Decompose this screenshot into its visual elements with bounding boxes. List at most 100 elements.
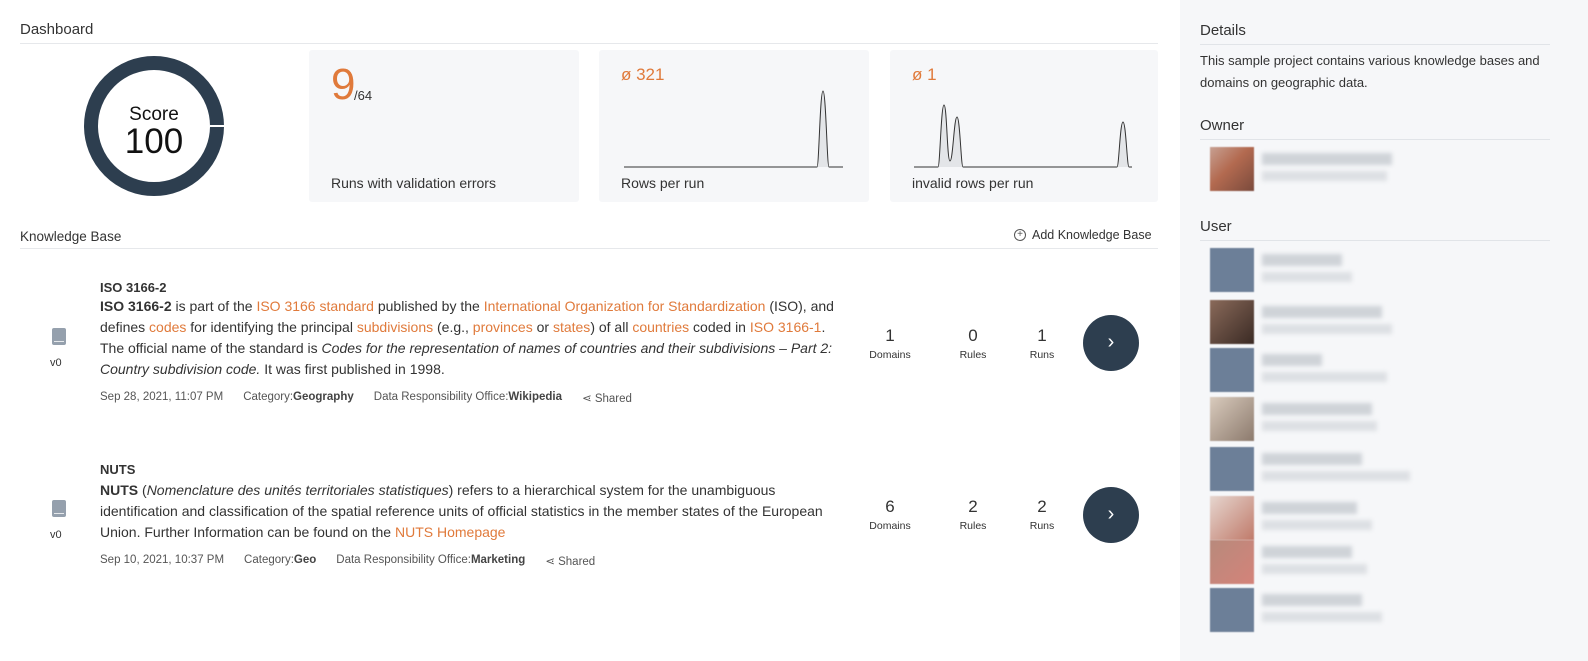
- avatar: [1210, 540, 1254, 584]
- open-knowledge-base-button[interactable]: ›: [1083, 315, 1139, 371]
- avatar: [1210, 447, 1254, 491]
- user-email-redacted: [1262, 272, 1352, 282]
- user-email-redacted: [1262, 372, 1387, 382]
- kb-meta: Sep 10, 2021, 10:37 PM Category:Geo Data…: [100, 554, 595, 568]
- avatar: [1210, 248, 1254, 292]
- avatar: [1210, 300, 1254, 344]
- rows-average: ø 321: [621, 65, 665, 84]
- kb-meta: Sep 28, 2021, 11:07 PM Category:Geograph…: [100, 391, 632, 405]
- page: Dashboard Score 100 9 /64 Runs with vali…: [0, 0, 1588, 661]
- kb-version: v0: [50, 357, 62, 369]
- divider: [1200, 240, 1550, 241]
- kb-version: v0: [50, 529, 62, 541]
- user-name-redacted: [1262, 306, 1382, 318]
- score-ring: Score 100: [84, 56, 224, 196]
- dashboard-title: Dashboard: [20, 21, 94, 38]
- link-subdivisions[interactable]: subdivisions: [357, 319, 433, 335]
- kb-description: NUTS (Nomenclature des unités territoria…: [100, 482, 823, 540]
- main-panel: Dashboard Score 100 9 /64 Runs with vali…: [0, 0, 1180, 661]
- user-row[interactable]: [1210, 397, 1410, 441]
- kb-date: Sep 10, 2021, 10:37 PM: [100, 554, 225, 566]
- share-icon: ⋖: [582, 393, 595, 405]
- user-row[interactable]: [1210, 447, 1410, 491]
- user-row[interactable]: [1210, 300, 1410, 344]
- link-iso-3166-1[interactable]: ISO 3166-1: [750, 319, 822, 335]
- user-row[interactable]: [1210, 496, 1410, 540]
- open-knowledge-base-button[interactable]: ›: [1083, 487, 1139, 543]
- user-title: User: [1200, 218, 1232, 235]
- user-email-redacted: [1262, 612, 1382, 622]
- details-text: This sample project contains various kno…: [1200, 53, 1540, 90]
- runs-total: /64: [354, 88, 373, 103]
- avatar: [1210, 588, 1254, 632]
- kb-rules-stat: 2 Rules: [959, 497, 987, 532]
- kb-date: Sep 28, 2021, 11:07 PM: [100, 391, 224, 403]
- share-icon: ⋖: [545, 556, 559, 568]
- user-email-redacted: [1262, 564, 1367, 574]
- runs-errors-value: 9: [331, 60, 356, 109]
- avatar: [1210, 496, 1254, 540]
- divider: [1200, 139, 1550, 140]
- user-name-redacted: [1262, 453, 1362, 465]
- link-countries[interactable]: countries: [632, 319, 689, 335]
- kb-rules-stat: 0 Rules: [959, 326, 987, 361]
- kb-office: Data Responsibility Office:Marketing: [336, 554, 526, 566]
- owner-avatar-row[interactable]: [1210, 147, 1410, 191]
- user-name-redacted: [1262, 254, 1342, 266]
- divider: [20, 248, 1158, 249]
- rows-caption: Rows per run: [621, 175, 705, 191]
- user-row[interactable]: [1210, 588, 1410, 632]
- book-icon: [52, 328, 66, 345]
- kb-office: Data Responsibility Office:Wikipedia: [373, 391, 562, 403]
- user-row[interactable]: [1210, 348, 1410, 392]
- details-title: Details: [1200, 22, 1246, 39]
- link-states[interactable]: states: [553, 319, 590, 335]
- link-iso-3166[interactable]: ISO 3166 standard: [256, 298, 374, 314]
- add-knowledge-base-label: Add Knowledge Base: [1032, 228, 1152, 242]
- user-name-redacted: [1262, 403, 1372, 415]
- chevron-right-icon: ›: [1107, 331, 1115, 353]
- kb-category: Category:Geo: [244, 554, 317, 566]
- link-codes[interactable]: codes: [149, 319, 186, 335]
- link-provinces[interactable]: provinces: [473, 319, 533, 335]
- owner-title: Owner: [1200, 117, 1245, 134]
- avatar: [1210, 348, 1254, 392]
- user-row[interactable]: [1210, 540, 1410, 584]
- kb-category: Category:Geography: [243, 391, 354, 403]
- user-email-redacted: [1262, 520, 1372, 530]
- kb-shared: ⋖ Shared: [545, 556, 596, 568]
- owner-email-redacted: [1262, 171, 1387, 181]
- runs-errors-card[interactable]: 9 /64 Runs with validation errors: [309, 50, 579, 202]
- link-iso-org[interactable]: International Organization for Standardi…: [484, 298, 766, 314]
- kb-title[interactable]: NUTS: [100, 462, 135, 477]
- invalid-caption: invalid rows per run: [912, 175, 1034, 191]
- kb-title[interactable]: ISO 3166-2: [100, 280, 167, 295]
- invalid-sparkline: [914, 104, 1132, 168]
- user-name-redacted: [1262, 594, 1362, 606]
- invalid-average: ø 1: [912, 65, 937, 84]
- user-row[interactable]: [1210, 248, 1410, 292]
- avatar: [1210, 397, 1254, 441]
- kb-domains-stat: 6 Domains: [869, 497, 911, 532]
- owner-name-redacted: [1262, 153, 1392, 165]
- details-sidebar: Details This sample project contains var…: [1180, 0, 1588, 661]
- kb-runs-stat: 2 Runs: [1029, 497, 1055, 532]
- rows-sparkline: [624, 90, 843, 168]
- kb-description: ISO 3166-2 is part of the ISO 3166 stand…: [100, 298, 834, 377]
- add-knowledge-base-button[interactable]: + Add Knowledge Base: [1014, 228, 1152, 242]
- kb-shared: ⋖ Shared: [582, 393, 632, 405]
- plus-circle-icon: +: [1014, 229, 1026, 241]
- link-nuts-homepage[interactable]: NUTS Homepage: [395, 524, 506, 540]
- kb-section-title: Knowledge Base: [20, 229, 122, 244]
- user-name-redacted: [1262, 354, 1322, 366]
- user-email-redacted: [1262, 324, 1392, 334]
- user-name-redacted: [1262, 502, 1357, 514]
- book-icon: [52, 500, 66, 517]
- user-name-redacted: [1262, 546, 1352, 558]
- rows-per-run-card[interactable]: ø 321 Rows per run: [599, 50, 869, 202]
- kb-runs-stat: 1 Runs: [1029, 326, 1055, 361]
- user-email-redacted: [1262, 421, 1377, 431]
- divider: [20, 43, 1158, 44]
- user-email-redacted: [1262, 471, 1410, 481]
- invalid-rows-card[interactable]: ø 1 invalid rows per run: [890, 50, 1158, 202]
